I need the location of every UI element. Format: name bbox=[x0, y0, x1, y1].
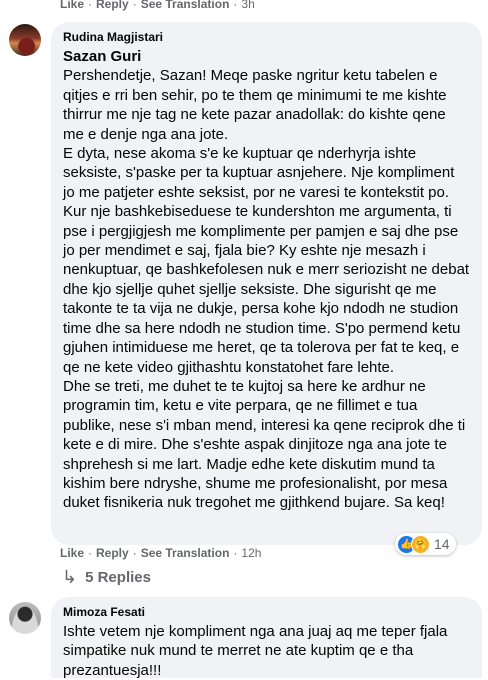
avatar[interactable] bbox=[9, 602, 41, 634]
comment-author[interactable]: Rudina Magjistari bbox=[63, 30, 470, 45]
see-translation-link[interactable]: See Translation bbox=[141, 546, 230, 560]
comment-bubble: Rudina Magjistari Sazan Guri Pershendetj… bbox=[51, 22, 482, 545]
reply-link[interactable]: Reply bbox=[96, 546, 129, 560]
view-replies-link[interactable]: ↳ 5 Replies bbox=[62, 567, 151, 588]
timestamp[interactable]: 12h bbox=[241, 546, 261, 560]
comment-author[interactable]: Mimoza Fesati bbox=[63, 605, 470, 620]
replies-label: 5 Replies bbox=[85, 569, 151, 586]
comment-bubble: Mimoza Fesati Ishte vetem nje kompliment… bbox=[51, 597, 482, 679]
reaction-count: 14 bbox=[434, 536, 450, 552]
reply-link[interactable]: Reply bbox=[96, 0, 129, 11]
comment-paragraph: E dyta, nese akoma s'e ke kuptuar qe nde… bbox=[63, 145, 470, 376]
mention-tag[interactable]: Sazan Guri bbox=[63, 47, 470, 66]
care-reaction-icon: 🤗 bbox=[411, 534, 430, 554]
like-link[interactable]: Like bbox=[60, 0, 84, 11]
comment-paragraph: Dhe se treti, me duhet te te kujtoj sa h… bbox=[63, 377, 466, 512]
comment-paragraph: Pershendetje, Sazan! Meqe paske ngritur … bbox=[63, 67, 447, 143]
like-link[interactable]: Like bbox=[60, 546, 84, 560]
avatar[interactable] bbox=[9, 24, 41, 56]
reply-arrow-icon: ↳ bbox=[62, 567, 78, 587]
comment-actions: Like · Reply · See Translation · 12h bbox=[60, 546, 262, 560]
comment-text: Ishte vetem nje kompliment nga ana juaj … bbox=[63, 623, 448, 679]
see-translation-link[interactable]: See Translation bbox=[141, 0, 230, 11]
prev-comment-actions: Like · Reply · See Translation · 3h bbox=[60, 0, 255, 11]
reaction-summary[interactable]: 👍 🤗 14 bbox=[395, 533, 456, 555]
comment-text: Sazan Guri Pershendetje, Sazan! Meqe pas… bbox=[63, 47, 470, 513]
timestamp[interactable]: 3h bbox=[241, 0, 254, 11]
